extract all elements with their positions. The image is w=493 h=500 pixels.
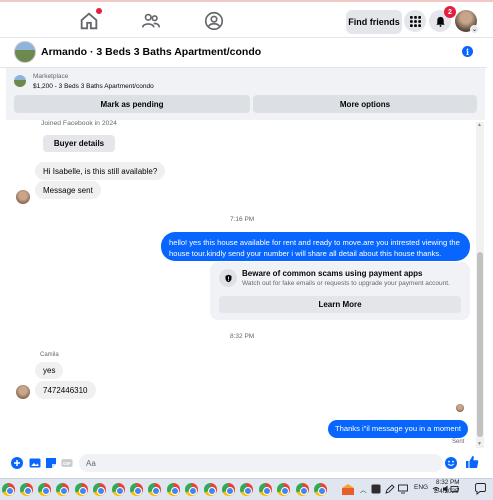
message-timestamp: 7:16 PM xyxy=(230,216,255,223)
gif-icon[interactable]: GIF xyxy=(61,457,73,469)
emoji-icon[interactable] xyxy=(445,457,457,469)
message-timestamp: 8:32 PM xyxy=(230,333,255,340)
pen-icon[interactable] xyxy=(385,484,395,494)
chrome-taskbar-icon[interactable] xyxy=(93,483,106,496)
chevron-up-icon[interactable]: ︿ xyxy=(360,484,367,494)
scroll-up-icon[interactable]: ▲ xyxy=(477,122,482,128)
sticker-icon[interactable] xyxy=(45,457,57,469)
marketplace-label: Marketplace xyxy=(33,73,69,80)
top-navigation: Find friends 2 ⌄ xyxy=(0,0,493,38)
more-options-button[interactable]: More options xyxy=(253,95,477,113)
chrome-taskbar-icon[interactable] xyxy=(2,483,15,496)
chat-title[interactable]: Armando · 3 Beds 3 Baths Apartment/condo xyxy=(41,46,261,58)
home-icon[interactable] xyxy=(78,8,102,32)
svg-text:GIF: GIF xyxy=(63,461,71,466)
incoming-message: Message sent xyxy=(35,181,101,199)
chrome-taskbar-icon[interactable] xyxy=(56,483,69,496)
language-indicator[interactable]: ENG xyxy=(414,484,428,491)
listing-thumbnail-small xyxy=(14,75,26,87)
outgoing-message: hello! yes this house available for rent… xyxy=(161,232,470,261)
bell-icon xyxy=(435,16,445,27)
scam-warning-title: Beware of common scams using payment app… xyxy=(242,269,423,278)
photo-icon[interactable] xyxy=(29,457,41,469)
outgoing-message: Thanks i"il message you in a moment xyxy=(328,420,468,438)
chrome-taskbar-icon[interactable] xyxy=(167,483,180,496)
buyer-avatar[interactable] xyxy=(16,190,30,204)
profile-circle-icon[interactable] xyxy=(203,10,225,32)
sent-status: Sent xyxy=(452,439,465,445)
notification-badge: 2 xyxy=(444,6,456,18)
incoming-message: Hi Isabelle, is this still available? xyxy=(35,162,166,180)
chrome-taskbar-icon[interactable] xyxy=(296,483,309,496)
marketplace-banner: Marketplace $1,200 - 3 Beds 3 Baths Apar… xyxy=(6,68,485,120)
chrome-taskbar-icon[interactable] xyxy=(75,483,88,496)
scrollbar-thumb[interactable] xyxy=(477,252,483,437)
shield-icon xyxy=(219,269,237,287)
chrome-taskbar-icon[interactable] xyxy=(20,483,33,496)
friends-icon[interactable] xyxy=(140,10,162,32)
seen-avatar xyxy=(456,404,464,412)
grid-icon xyxy=(409,15,421,27)
chrome-taskbar-icon[interactable] xyxy=(259,483,272,496)
buyer-details-button[interactable]: Buyer details xyxy=(43,135,115,152)
scam-warning-card: Beware of common scams using payment app… xyxy=(210,262,470,320)
chrome-taskbar-icon[interactable] xyxy=(314,483,327,496)
plus-circle-icon[interactable] xyxy=(11,457,23,469)
chrome-taskbar-icon[interactable] xyxy=(204,483,217,496)
chrome-taskbar-icon[interactable] xyxy=(240,483,253,496)
chrome-taskbar-icon[interactable] xyxy=(185,483,198,496)
tray-app-icon[interactable] xyxy=(371,484,381,494)
chrome-taskbar-icon[interactable] xyxy=(130,483,143,496)
menu-grid-button[interactable] xyxy=(404,10,426,32)
notifications-button[interactable]: 2 xyxy=(429,6,456,32)
message-input[interactable]: Aa xyxy=(79,454,443,472)
display-icon[interactable] xyxy=(398,484,408,494)
chrome-taskbar-icon[interactable] xyxy=(38,483,51,496)
chrome-taskbar-icon[interactable] xyxy=(148,483,161,496)
taskbar-date[interactable]: 2/4/2025 xyxy=(434,488,459,495)
taskbar-time[interactable]: 8:32 PM xyxy=(436,479,459,486)
scam-warning-subtitle: Watch out for fake emails or requests to… xyxy=(242,280,450,287)
chrome-taskbar-icon[interactable] xyxy=(277,483,290,496)
joined-facebook-text: Joined Facebook in 2024 xyxy=(41,120,117,127)
scroll-down-icon[interactable]: ▼ xyxy=(477,441,482,447)
buyer-avatar[interactable] xyxy=(16,385,30,399)
listing-thumbnail[interactable] xyxy=(14,41,36,63)
home-notification-dot xyxy=(96,8,102,14)
notification-center-icon[interactable] xyxy=(474,483,487,495)
incoming-message: yes xyxy=(35,362,64,379)
learn-more-button[interactable]: Learn More xyxy=(219,296,461,313)
weather-icon[interactable] xyxy=(341,483,355,496)
find-friends-button[interactable]: Find friends xyxy=(346,10,402,34)
chevron-down-icon[interactable]: ⌄ xyxy=(470,25,479,34)
chrome-taskbar-icon[interactable] xyxy=(222,483,235,496)
chat-header: Armando · 3 Beds 3 Baths Apartment/condo… xyxy=(0,38,487,68)
thumbs-up-icon[interactable] xyxy=(465,455,479,469)
mark-as-pending-button[interactable]: Mark as pending xyxy=(14,95,250,113)
listing-price-title[interactable]: $1,200 - 3 Beds 3 Baths Apartment/condo xyxy=(33,83,154,90)
incoming-message: 7472446310 xyxy=(35,381,96,399)
chrome-taskbar-icon[interactable] xyxy=(112,483,125,496)
sender-name: Camila xyxy=(40,352,59,358)
info-icon[interactable]: i xyxy=(462,46,473,57)
